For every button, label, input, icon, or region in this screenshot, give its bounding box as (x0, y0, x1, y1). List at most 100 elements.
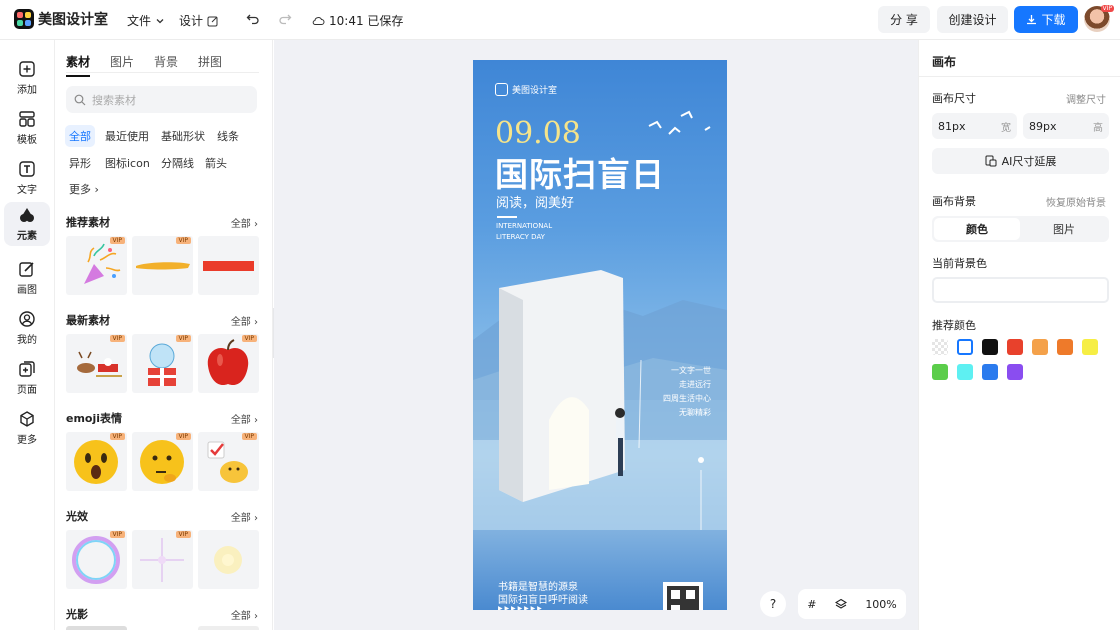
asset-bubble[interactable]: VIP (66, 530, 127, 589)
chip-more[interactable]: 更多 › (65, 178, 103, 200)
current-bg-swatch[interactable] (932, 277, 1109, 303)
search-icon (74, 94, 86, 105)
swatch-white[interactable] (957, 339, 973, 355)
avatar[interactable]: VIP (1084, 5, 1114, 32)
chip-dividers[interactable]: 分隔线 (157, 152, 198, 174)
canvas-area: 美图设计室 09.08 国际扫盲日 阅读，阅美好 INTERNATIONAL L… (274, 40, 918, 630)
undo-icon[interactable] (246, 12, 260, 26)
rail-item-elements[interactable]: 元素 (4, 202, 50, 246)
poster-bottom-line-2: 国际扫盲日呼吁阅读 (498, 595, 588, 606)
height-unit: 高 (1093, 122, 1103, 134)
swatch-cyan[interactable] (957, 364, 973, 380)
bg-type-color[interactable]: 颜色 (934, 218, 1020, 240)
vip-badge: VIP (241, 335, 257, 342)
adjust-size-link[interactable]: 调整尺寸 (1066, 91, 1106, 106)
rail-label: 元素 (17, 231, 37, 242)
tab-collage[interactable]: 拼图 (198, 53, 222, 77)
vip-badge: VIP (175, 237, 191, 244)
app-logo[interactable]: 美图设计室 (14, 9, 108, 29)
rail-item-mine[interactable]: 我的 (4, 306, 50, 350)
swatch-red[interactable] (1007, 339, 1023, 355)
ai-extend-button[interactable]: AI尺寸延展 (932, 148, 1109, 174)
chip-basic-shapes[interactable]: 基础形状 (157, 125, 209, 147)
asset-light-shadow-1[interactable] (66, 626, 127, 630)
swatch-orange[interactable] (1057, 339, 1073, 355)
chick-checkbox-icon (207, 441, 248, 483)
asset-orange-stroke[interactable]: VIP (132, 236, 193, 295)
asset-glow[interactable] (198, 530, 259, 589)
section-all-label: 全部 (230, 611, 251, 622)
panel-title: 画布 (932, 55, 957, 69)
chip-arrows[interactable]: 箭头 (201, 152, 231, 174)
section-all-light-shadow[interactable]: 全部 › (231, 607, 258, 622)
apple-icon (207, 339, 249, 386)
swatch-black[interactable] (982, 339, 998, 355)
party-popper-icon (84, 243, 121, 284)
vip-badge: VIP (241, 433, 257, 440)
swatch-light-orange[interactable] (1032, 339, 1048, 355)
poster-canvas[interactable]: 美图设计室 09.08 国际扫盲日 阅读，阅美好 INTERNATIONAL L… (473, 60, 727, 610)
poster-brand: 美图设计室 (495, 83, 557, 96)
rail-label: 模板 (17, 135, 37, 146)
chip-all[interactable]: 全部 (65, 125, 95, 147)
canvas-width-field[interactable]: 81px 宽 (932, 113, 1017, 139)
restore-bg-link[interactable]: 恢复原始背景 (1046, 194, 1106, 209)
swatch-green[interactable] (932, 364, 948, 380)
asset-chick-checkbox[interactable]: VIP (198, 432, 259, 491)
section-all-recommended[interactable]: 全部 › (231, 215, 258, 230)
swatch-blue[interactable] (982, 364, 998, 380)
asset-light-shadow-3[interactable] (198, 626, 259, 630)
asset-shocked-emoji[interactable]: VIP (66, 432, 127, 491)
asset-thinking-emoji[interactable]: VIP (132, 432, 193, 491)
section-all-light-effects[interactable]: 全部 › (231, 509, 258, 524)
create-design-button[interactable]: 创建设计 (937, 6, 1008, 33)
brush-stroke-icon (136, 262, 190, 270)
bg-type-image[interactable]: 图片 (1021, 218, 1107, 240)
swatch-purple[interactable] (1007, 364, 1023, 380)
share-button[interactable]: 分 享 (878, 6, 930, 33)
swatch-yellow[interactable] (1082, 339, 1098, 355)
tab-materials[interactable]: 素材 (66, 53, 91, 77)
section-all-label: 全部 (230, 513, 251, 524)
asset-red-apple[interactable]: VIP (198, 334, 259, 393)
chip-recent[interactable]: 最近使用 (101, 125, 153, 147)
asset-sparkle[interactable]: VIP (132, 530, 193, 589)
tab-images[interactable]: 图片 (110, 53, 134, 77)
section-all-emoji[interactable]: 全部 › (231, 411, 258, 426)
asset-party-popper[interactable]: VIP (66, 236, 127, 295)
rail-item-draw[interactable]: 画图 (4, 256, 50, 300)
tab-backgrounds[interactable]: 背景 (154, 53, 178, 77)
rail-item-page[interactable]: 页面 (4, 356, 50, 400)
poster-side-line: 走进远行 (679, 380, 711, 389)
chip-icons[interactable]: 图标icon (101, 152, 154, 174)
canvas-height-field[interactable]: 89px 高 (1023, 113, 1109, 139)
rail-label: 画图 (17, 285, 37, 296)
section-all-latest[interactable]: 全部 › (231, 313, 258, 328)
layers-icon[interactable] (834, 598, 847, 610)
swatch-transparent[interactable] (932, 339, 948, 355)
rail-item-more[interactable]: 更多 (4, 406, 50, 450)
file-menu[interactable]: 文件 (127, 12, 165, 29)
vip-badge: VIP (109, 531, 125, 538)
download-button[interactable]: 下载 (1014, 6, 1078, 33)
rail-item-template[interactable]: 模板 (4, 106, 50, 150)
chevron-down-icon (156, 18, 164, 23)
snow-globe-icon (148, 343, 176, 386)
rail-item-add[interactable]: 添加 (4, 56, 50, 100)
chip-lines[interactable]: 线条 (213, 125, 243, 147)
rail-label: 添加 (17, 85, 37, 96)
rail-label: 文字 (17, 185, 37, 196)
poster-english-1: INTERNATIONAL (496, 222, 553, 230)
asset-red-bar[interactable] (198, 236, 259, 295)
design-menu[interactable]: 设计 (179, 12, 219, 29)
user-icon (19, 311, 35, 327)
rail-item-text[interactable]: 文字 (4, 156, 50, 200)
redo-icon[interactable] (278, 12, 292, 26)
chip-irregular[interactable]: 异形 (65, 152, 95, 174)
zoom-level[interactable]: 100% (865, 598, 896, 611)
grid-icon[interactable]: # (807, 598, 816, 611)
asset-snow-globe-gift[interactable]: VIP (132, 334, 193, 393)
search-input[interactable]: 搜索素材 (66, 86, 257, 113)
asset-reindeer-sleigh[interactable]: VIP (66, 334, 127, 393)
help-button[interactable]: ? (760, 591, 786, 617)
